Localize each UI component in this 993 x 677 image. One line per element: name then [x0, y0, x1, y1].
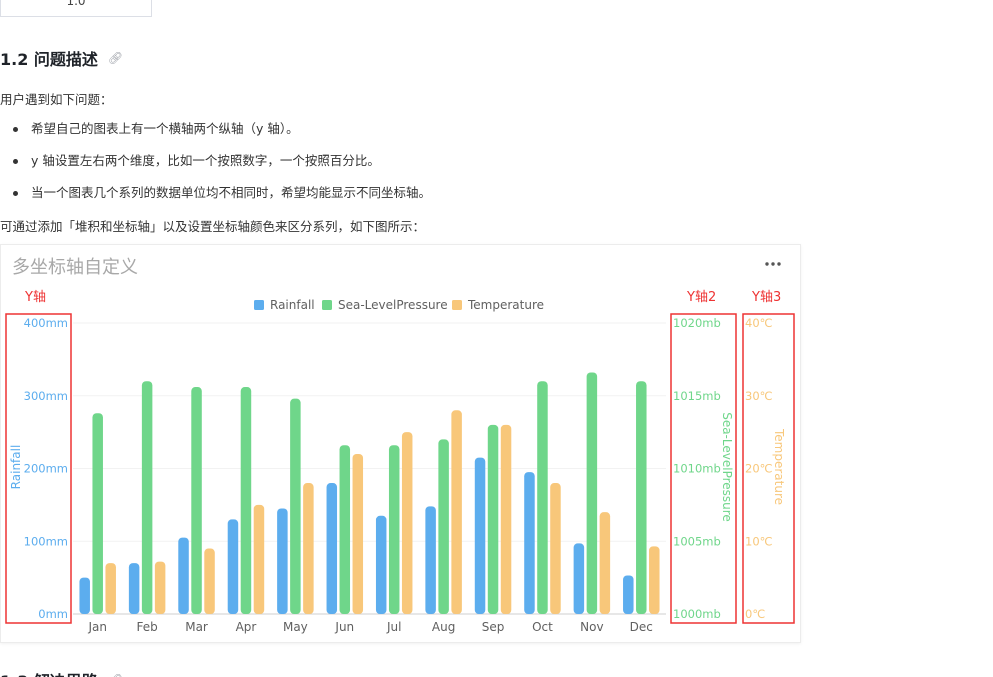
bar: [573, 543, 585, 614]
bar: [339, 445, 351, 614]
section-title: 1.3 解决思路: [0, 668, 98, 677]
bar: [636, 381, 647, 614]
bar: [290, 398, 301, 614]
more-dot: [777, 262, 781, 266]
chart-title: 多坐标轴自定义: [12, 257, 138, 278]
section-heading-1-3: 1.3 解决思路 🔗︎: [0, 668, 123, 677]
x-axis-tick-label: Mar: [185, 620, 208, 634]
bar: [191, 387, 202, 614]
y3-axis-tick-label: 10℃: [745, 534, 773, 548]
table-cell-text: 1.0: [66, 0, 86, 8]
bar: [500, 424, 512, 614]
x-axis-tick-label: Jan: [87, 620, 107, 634]
bar: [649, 546, 660, 614]
bar: [623, 575, 634, 614]
y2-axis-title: Sea-LevelPressure: [720, 412, 734, 522]
legend-label: Temperature: [467, 298, 544, 312]
y-axis-tick-label: 300mm: [24, 389, 68, 403]
bar: [487, 424, 499, 614]
y2-axis-tick-label: 1010mb: [673, 462, 721, 476]
x-axis-tick-label: Aug: [432, 620, 455, 634]
section-title: 1.2 问题描述: [0, 50, 98, 69]
bar: [537, 381, 548, 614]
chart-card: 多坐标轴自定义 Rainfall Sea-LevelPressure Temperat…: [0, 244, 801, 643]
bar: [388, 445, 400, 614]
outro-paragraph: 可通过添加「堆积和坐标轴」以及设置坐标轴颜色来区分系列，如下图所示：: [0, 219, 426, 234]
bar: [474, 457, 486, 614]
bar: [92, 413, 103, 614]
bar: [524, 472, 535, 614]
bar: [105, 563, 116, 614]
y-axis-tick-label: 100mm: [24, 534, 68, 548]
x-axis-tick-label: Apr: [236, 620, 257, 634]
x-axis-tick-label: Nov: [580, 620, 603, 634]
x-axis-tick-label: Feb: [137, 620, 158, 634]
x-axis-tick-label: May: [283, 620, 308, 634]
x-axis-tick-label: Jul: [386, 620, 401, 634]
list-item: 当一个图表几个系列的数据单位均不相同时，希望均能显示不同坐标轴。: [0, 184, 431, 216]
bar: [141, 381, 153, 614]
link-icon[interactable]: 🔗︎: [108, 51, 123, 65]
x-axis-tick-label: Sep: [482, 620, 505, 634]
bar: [352, 453, 364, 614]
bar: [154, 561, 166, 614]
bar: [438, 439, 449, 614]
x-axis-tick-label: Oct: [532, 620, 553, 634]
chart-svg: 多坐标轴自定义 Rainfall Sea-LevelPressure Temperat…: [5, 257, 795, 634]
bar: [128, 563, 140, 614]
annotation-label: Y轴2: [686, 290, 716, 305]
bar: [79, 577, 90, 614]
bar: [227, 519, 239, 614]
link-icon[interactable]: 🔗︎: [108, 673, 123, 677]
bar: [240, 387, 252, 614]
bar: [375, 515, 387, 614]
intro-paragraph: 用户遇到如下问题：: [0, 92, 113, 107]
x-axis-tick-label: Dec: [630, 620, 653, 634]
legend-label: Sea-LevelPressure: [338, 298, 448, 312]
bar: [253, 504, 265, 614]
legend-swatch: [452, 300, 462, 310]
annotation-label: Y轴3: [751, 290, 781, 305]
more-horizontal-icon[interactable]: [765, 262, 781, 266]
y2-axis-tick-label: 1015mb: [673, 389, 721, 403]
annotation-label: Y轴: [24, 290, 46, 305]
more-dot: [765, 262, 769, 266]
y2-axis-tick-label: 1005mb: [673, 534, 721, 548]
y-axis-tick-label: 0mm: [38, 607, 68, 621]
table-cell: 1.0: [0, 0, 152, 17]
more-dot: [771, 262, 775, 266]
y-axis-tick-label: 400mm: [24, 316, 68, 330]
y2-axis-tick-label: 1000mb: [673, 607, 721, 621]
y3-axis-tick-label: 0℃: [745, 607, 765, 621]
bar: [277, 508, 288, 614]
bar: [451, 410, 462, 614]
bar: [550, 483, 561, 614]
bullet-list: 希望自己的图表上有一个横轴两个纵轴（y 轴）。 y 轴设置左右两个维度，比如一个…: [0, 120, 431, 216]
y3-axis-title: Temperature: [772, 428, 786, 505]
bar: [401, 432, 413, 614]
y3-axis-tick-label: 40℃: [745, 316, 773, 330]
bar: [586, 372, 598, 614]
bar: [599, 512, 611, 614]
list-item: 希望自己的图表上有一个横轴两个纵轴（y 轴）。: [0, 120, 431, 152]
y3-axis-tick-label: 30℃: [745, 389, 773, 403]
bar: [178, 537, 189, 614]
y-axis-title: Rainfall: [9, 445, 23, 490]
bar: [303, 483, 314, 614]
legend-swatch: [254, 300, 264, 310]
bar: [204, 548, 215, 614]
bar: [425, 506, 436, 614]
legend-swatch: [322, 300, 332, 310]
y2-axis-tick-label: 1020mb: [673, 316, 721, 330]
section-heading-1-2: 1.2 问题描述 🔗︎: [0, 46, 123, 70]
legend-label: Rainfall: [270, 298, 315, 312]
list-item: y 轴设置左右两个维度，比如一个按照数字，一个按照百分比。: [0, 152, 431, 184]
y3-axis-tick-label: 20℃: [745, 462, 773, 476]
x-axis-tick-label: Jun: [334, 620, 354, 634]
y-axis-tick-label: 200mm: [24, 462, 68, 476]
bar: [326, 483, 338, 614]
